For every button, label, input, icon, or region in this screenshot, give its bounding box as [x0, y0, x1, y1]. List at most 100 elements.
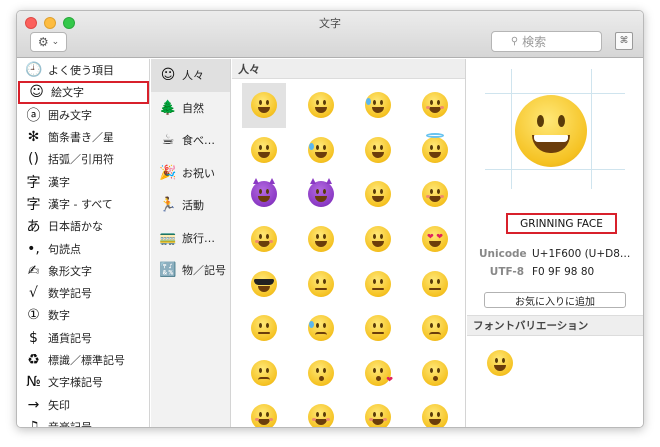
add-to-favorites-button[interactable]: お気に入りに追加 — [484, 292, 626, 308]
sidebar-item[interactable]: $ 通貨記号 — [17, 327, 149, 349]
sidebar-item[interactable]: ☺ 絵文字 — [18, 81, 149, 104]
emoji-icon — [365, 226, 391, 253]
category-icon: √ — [29, 285, 38, 302]
unicode-value: U+1F600 (U+D8… — [532, 248, 631, 260]
keyboard-viewer-button[interactable]: ⌘ — [615, 32, 633, 50]
subcategory-item[interactable]: ☕ 食べ… — [151, 124, 230, 157]
emoji-cell[interactable]: ❤ ❤ — [413, 217, 457, 262]
emoji-icon — [365, 315, 391, 342]
emoji-icon — [251, 404, 277, 427]
emoji-cell[interactable] — [299, 261, 343, 306]
emoji-cell[interactable] — [413, 83, 457, 128]
sidebar-item-label: 数字 — [48, 309, 70, 323]
category-icon: ⓐ — [26, 107, 41, 124]
sidebar-item[interactable]: ✻ 箇条書き／星 — [17, 126, 149, 148]
emoji-cell[interactable] — [299, 83, 343, 128]
emoji-cell[interactable] — [356, 128, 400, 173]
category-icon: ✍ — [27, 262, 40, 279]
sidebar-item[interactable]: () 括弧／引用符 — [17, 148, 149, 170]
emoji-cell[interactable] — [242, 261, 286, 306]
category-sidebar: 🕘 よく使う項目 ☺ 絵文字 ⓐ 囲み文字 ✻ 箇条書き／星 () 括弧／引用符字漢字字漢字 - … — [17, 59, 150, 428]
glyph-guide-line — [485, 93, 625, 94]
search-input[interactable] — [522, 34, 583, 49]
emoji-cell[interactable] — [356, 261, 400, 306]
utf8-value: F0 9F 98 80 — [532, 266, 595, 278]
sidebar-item[interactable]: ① 数字 — [17, 304, 149, 326]
emoji-cell[interactable] — [242, 217, 286, 262]
search-icon: ⚲ — [510, 36, 519, 47]
sidebar-item-label: 標識／標準記号 — [48, 354, 125, 367]
emoji-cell[interactable] — [299, 172, 343, 217]
emoji-icon — [422, 132, 448, 163]
emoji-cell[interactable] — [356, 172, 400, 217]
subcategory-item[interactable]: 🚃 旅行… — [151, 222, 230, 255]
emoji-icon — [422, 270, 448, 297]
emoji-icon — [365, 404, 391, 427]
emoji-cell[interactable] — [299, 306, 343, 351]
character-name: GRINNING FACE — [506, 213, 617, 234]
sidebar-item[interactable]: 字漢字 — [17, 170, 149, 192]
sidebar-item-label: 象形文字 — [48, 264, 92, 278]
emoji-cell[interactable] — [242, 128, 286, 173]
emoji-cell[interactable] — [413, 395, 457, 427]
emoji-cell[interactable] — [413, 172, 457, 217]
subcategory-item[interactable]: 🌲 自然 — [151, 92, 230, 125]
sidebar-item[interactable]: 🕘 よく使う項目 — [17, 59, 149, 81]
character-grid-area: 人々 ❤ ❤ ❤ — [232, 59, 466, 427]
sidebar-item-label: 括弧／引用符 — [48, 153, 114, 167]
sidebar-item-label: 絵文字 — [51, 86, 84, 100]
emoji-cell[interactable] — [242, 83, 286, 128]
sidebar-item[interactable]: ⓐ 囲み文字 — [17, 104, 149, 126]
emoji-icon — [308, 92, 334, 119]
emoji-cell[interactable] — [242, 172, 286, 217]
category-icon: 🕘 — [25, 62, 43, 79]
emoji-icon — [308, 136, 334, 163]
emoji-cell[interactable] — [242, 395, 286, 427]
emoji-icon — [422, 92, 448, 119]
emoji-cell[interactable] — [356, 306, 400, 351]
emoji-cell[interactable] — [413, 306, 457, 351]
font-variation-sample[interactable] — [487, 350, 513, 376]
action-menu-button[interactable]: ⚙ ⌄ — [30, 32, 67, 52]
emoji-cell[interactable] — [356, 395, 400, 427]
sidebar-item[interactable]: ♫ 音楽記号 — [17, 416, 149, 428]
emoji-cell[interactable] — [242, 351, 286, 396]
subcategory-item[interactable]: 🏃 活動 — [151, 189, 230, 222]
chevron-down-icon: ⌄ — [51, 37, 60, 47]
emoji-cell[interactable] — [242, 306, 286, 351]
emoji-cell[interactable] — [413, 261, 457, 306]
emoji-icon — [422, 359, 448, 386]
subcategory-item[interactable]: 🔣 物／記号 — [151, 254, 230, 287]
character-preview-pane: GRINNING FACE Unicode U+1F600 (U+D8… UTF… — [467, 59, 643, 309]
emoji-cell[interactable] — [299, 351, 343, 396]
emoji-cell[interactable] — [299, 395, 343, 427]
font-variation-header: フォントバリエーション — [467, 315, 643, 336]
emoji-cell[interactable] — [299, 128, 343, 173]
sidebar-item[interactable]: № 文字様記号 — [17, 371, 149, 393]
search-field[interactable]: ⚲ — [491, 31, 602, 52]
sidebar-item[interactable]: √ 数学記号 — [17, 282, 149, 304]
sidebar-item-label: 矢印 — [48, 398, 70, 412]
sidebar-item[interactable]: ♻ 標識／標準記号 — [17, 349, 149, 371]
subcategory-item[interactable]: ☺ 人々 — [151, 59, 230, 92]
emoji-cell[interactable] — [356, 217, 400, 262]
subcategory-item[interactable]: 🎉 お祝い — [151, 157, 230, 190]
gear-icon: ⚙ — [37, 35, 49, 49]
emoji-cell[interactable]: ❤ — [356, 351, 400, 396]
emoji-cell[interactable] — [356, 83, 400, 128]
category-icon: 字 — [26, 174, 41, 191]
subcategory-icon: 🏃 — [159, 197, 177, 214]
emoji-grid: ❤ ❤ ❤ — [232, 79, 465, 427]
category-icon: ♫ — [27, 418, 40, 428]
category-icon: ✻ — [27, 129, 40, 146]
emoji-cell[interactable] — [413, 128, 457, 173]
emoji-cell[interactable] — [413, 351, 457, 396]
sidebar-item[interactable]: あ日本語かな — [17, 215, 149, 237]
sidebar-item[interactable]: •, 句読点 — [17, 237, 149, 259]
sidebar-item[interactable]: ✍ 象形文字 — [17, 260, 149, 282]
grid-section-header: 人々 — [232, 59, 465, 79]
sidebar-item[interactable]: → 矢印 — [17, 393, 149, 415]
emoji-cell[interactable] — [299, 217, 343, 262]
emoji-icon — [251, 178, 277, 208]
sidebar-item[interactable]: 字漢字 - すべて — [17, 193, 149, 215]
